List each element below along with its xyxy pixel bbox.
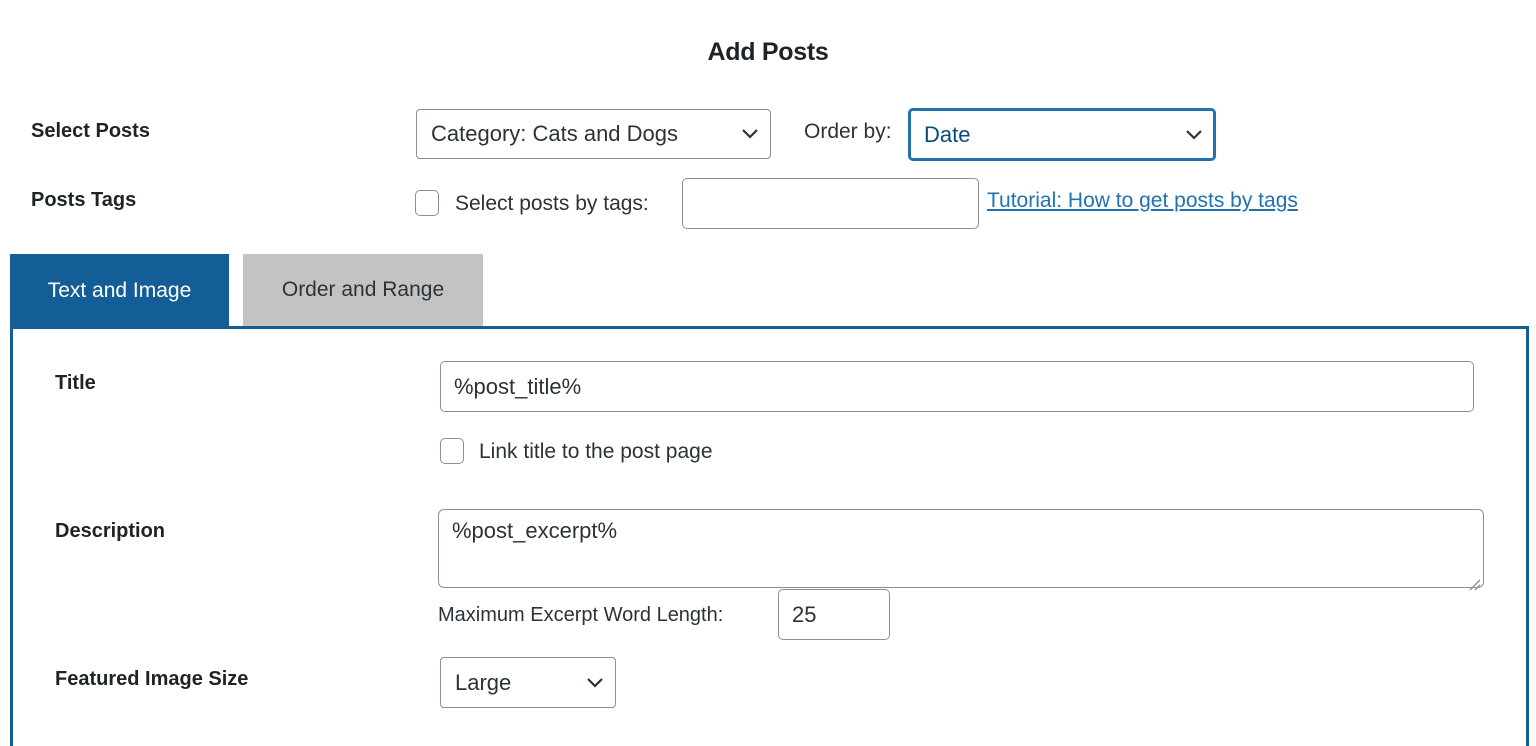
max-excerpt-length-label: Maximum Excerpt Word Length:	[438, 604, 724, 626]
order-by-select[interactable]: Date	[908, 108, 1216, 161]
link-title-checkbox[interactable]	[440, 438, 464, 464]
chevron-down-icon	[730, 110, 770, 158]
select-by-tags-checkbox[interactable]	[415, 190, 439, 216]
description-value: %post_excerpt%	[452, 518, 618, 543]
description-textarea[interactable]: %post_excerpt%	[438, 509, 1484, 591]
order-by-label: Order by:	[804, 120, 892, 143]
featured-image-size-label: Featured Image Size	[55, 668, 249, 690]
tutorial-link[interactable]: Tutorial: How to get posts by tags	[987, 189, 1298, 213]
tags-input[interactable]	[682, 178, 979, 229]
posts-tags-label: Posts Tags	[31, 189, 137, 211]
featured-image-size-select[interactable]: Large	[440, 657, 616, 708]
title-input[interactable]: %post_title%	[440, 361, 1474, 412]
tab-order-and-range[interactable]: Order and Range	[243, 254, 483, 326]
post-source-value: Category: Cats and Dogs	[431, 121, 679, 146]
post-source-select[interactable]: Category: Cats and Dogs	[416, 109, 771, 159]
resize-grip-icon[interactable]	[1467, 571, 1481, 591]
chevron-down-icon	[1174, 110, 1214, 159]
title-label: Title	[55, 372, 96, 394]
featured-image-size-value: Large	[455, 669, 512, 695]
max-excerpt-length-input[interactable]: 25	[778, 589, 890, 640]
chevron-down-icon	[575, 658, 615, 707]
tab-text-and-image[interactable]: Text and Image	[10, 254, 229, 327]
order-by-value: Date	[924, 121, 971, 147]
select-by-tags-label: Select posts by tags:	[455, 192, 649, 215]
link-title-label: Link title to the post page	[479, 440, 713, 463]
page-title: Add Posts	[707, 38, 829, 66]
select-posts-label: Select Posts	[31, 120, 150, 142]
description-label: Description	[55, 520, 166, 542]
